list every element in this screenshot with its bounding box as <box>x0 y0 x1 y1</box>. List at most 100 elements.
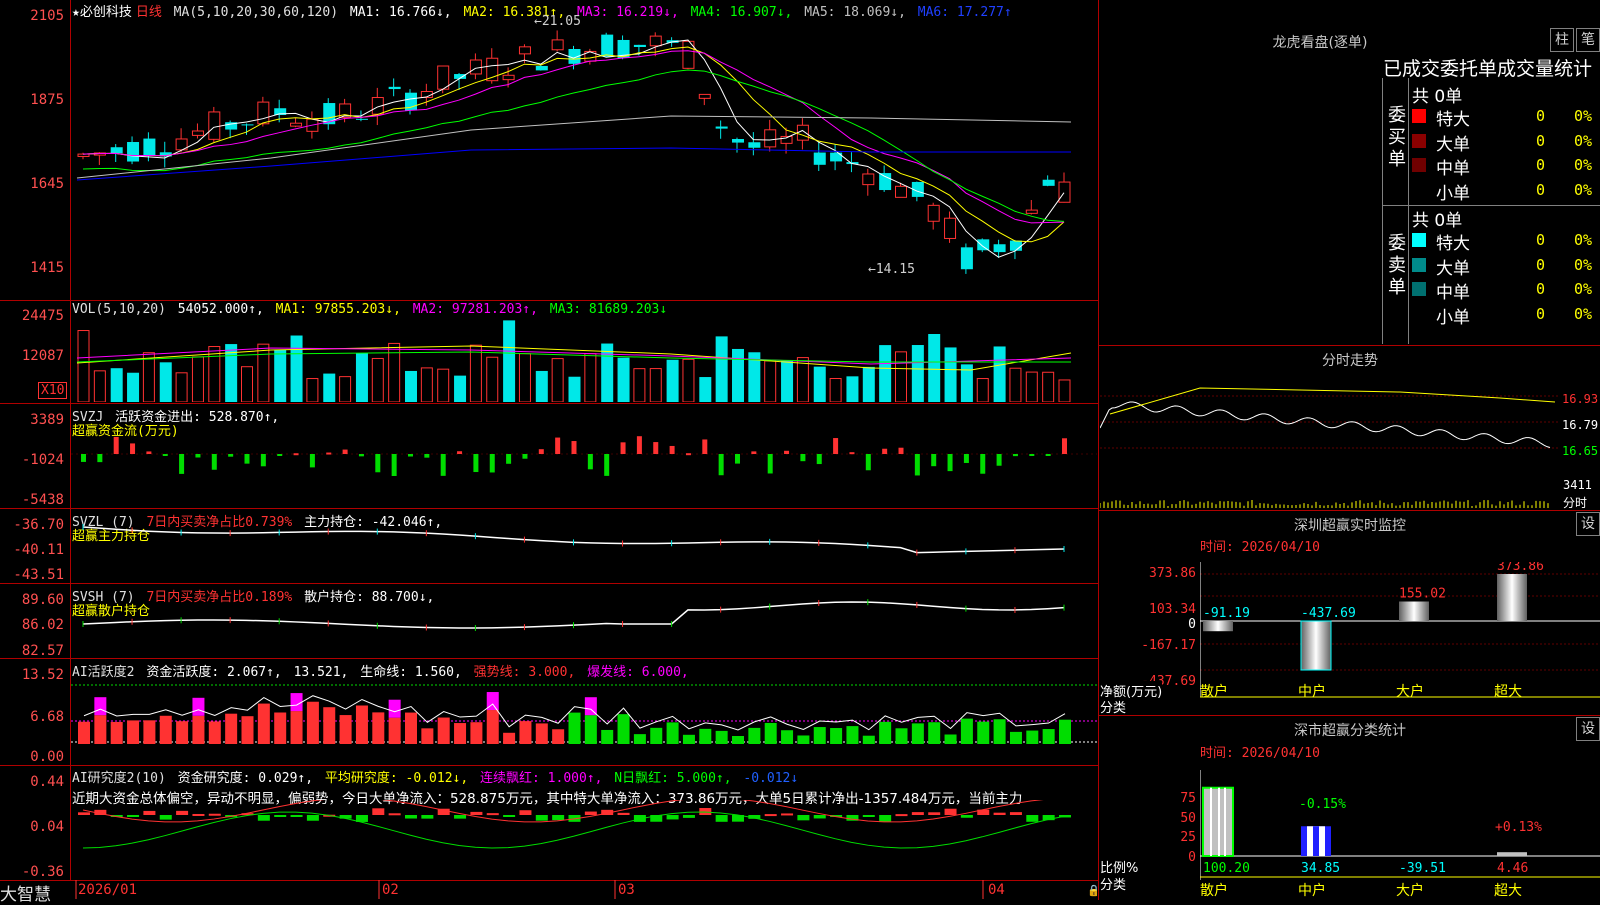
order-percent: 0% <box>1574 107 1593 125</box>
candle-down <box>977 239 990 251</box>
vol-bar-up <box>241 366 253 402</box>
volume-chart[interactable] <box>71 318 1097 402</box>
research-bar <box>944 808 957 815</box>
flow-bar <box>244 454 250 464</box>
flow-bar <box>996 454 1002 466</box>
activity-bar <box>928 722 941 744</box>
monitor-value-label: 373.86 <box>1497 562 1544 574</box>
flow-bar <box>277 454 283 456</box>
flow-bar <box>555 437 561 454</box>
flow-bar <box>784 450 790 454</box>
activity-bar <box>503 732 516 744</box>
ai-research-chart[interactable] <box>71 800 1097 880</box>
order-count: 0 <box>1536 180 1546 199</box>
stats-bar-core <box>1313 826 1319 856</box>
ai-activity-chart[interactable] <box>71 676 1097 765</box>
stats-chart[interactable]: 100.20 散户 -0.15% 34.85 中户 -39.51 大户 +0.13% 4.46 超… <box>1200 770 1600 900</box>
monitor-category-label: 散户 <box>1200 683 1228 700</box>
intraday-title: 分时走势 <box>1322 353 1378 369</box>
stats-top-label: +0.13% <box>1495 820 1542 835</box>
flow-bar <box>489 454 495 473</box>
ai2-title: AI研究度2(10) <box>72 771 166 786</box>
activity-bar <box>535 723 548 744</box>
flow-bar <box>260 454 266 467</box>
legend-swatch <box>1412 182 1426 197</box>
vol-bar-up <box>77 330 90 402</box>
flow-bar <box>211 454 217 470</box>
stats-value-label: 100.20 <box>1203 861 1250 876</box>
svzl-ytick: -40.11 <box>13 542 64 558</box>
activity-bar <box>421 728 434 744</box>
svsh-chart[interactable] <box>71 584 1097 658</box>
order-count: 0 <box>1536 107 1546 125</box>
lock-icon[interactable]: 🔒 <box>1087 884 1097 897</box>
vol-bar-down <box>699 377 712 402</box>
research-bar <box>552 815 565 821</box>
activity-bar <box>977 721 990 744</box>
activity-bar <box>372 712 385 744</box>
order-type-label: 小单 <box>1436 183 1470 204</box>
order-type-label: 大单 <box>1436 134 1470 155</box>
tick-mode-button[interactable]: 笔 <box>1576 28 1600 52</box>
research-bar <box>911 812 924 815</box>
activity-peak <box>388 699 401 718</box>
candle-down <box>879 173 892 191</box>
svzj-chart[interactable] <box>71 404 1097 508</box>
candle-down <box>748 142 761 148</box>
activity-bar <box>715 730 728 744</box>
vol-bar-up <box>764 360 777 402</box>
candle-up <box>469 59 482 75</box>
monitor-value-label: -437.69 <box>1301 606 1356 621</box>
candle-down <box>143 138 156 156</box>
monitor-value-label: 155.02 <box>1399 587 1446 602</box>
flow-bar <box>571 441 577 454</box>
flow-bar <box>767 454 773 474</box>
flow-bar <box>833 438 839 454</box>
main-ytick: 2105 <box>30 8 64 24</box>
intraday-chart[interactable] <box>1100 368 1560 509</box>
research-bar <box>797 815 810 821</box>
activity-bar <box>1042 729 1055 744</box>
stats-time: 时间: 2026/04/10 <box>1200 746 1320 761</box>
vol-bar-down <box>568 376 581 402</box>
vol-bar-up <box>388 342 401 402</box>
svsh-ytick: 86.02 <box>21 617 64 633</box>
stats-ytick: 0 <box>1188 850 1196 865</box>
vol-bar-up <box>257 343 270 402</box>
research-bar <box>993 812 1006 815</box>
research-bar <box>699 808 712 815</box>
flow-bar <box>146 451 152 454</box>
vol-bar-down <box>110 368 123 402</box>
activity-bar <box>454 723 467 744</box>
ai1-ytick: 0.00 <box>30 749 64 765</box>
candle-up <box>191 130 204 136</box>
stats-value-label: 34.85 <box>1301 861 1340 876</box>
activity-bar <box>176 721 189 744</box>
candle-down <box>1042 179 1055 186</box>
stats-settings-button[interactable]: 设 <box>1576 717 1600 741</box>
flow-bar <box>735 454 740 464</box>
order-percent: 0% <box>1574 280 1593 298</box>
monitor-ytick: 103.34 <box>1149 602 1196 617</box>
activity-bar <box>192 715 205 744</box>
bar-mode-button[interactable]: 柱 <box>1550 28 1574 52</box>
monitor-chart[interactable]: -91.19 散户 -437.69 中户 155.02 大户 373.86 超大 <box>1200 562 1600 712</box>
flow-bar <box>914 454 920 476</box>
research-bar <box>813 815 826 819</box>
svzl-chart[interactable] <box>71 509 1097 583</box>
xaxis-ticks: 🔒 <box>75 880 1097 899</box>
monitor-settings-button[interactable]: 设 <box>1576 512 1600 536</box>
flow-bar <box>309 454 315 468</box>
activity-bar <box>617 714 630 744</box>
candle-down <box>715 126 728 129</box>
vol-bar-down <box>862 366 875 402</box>
activity-bar <box>143 720 156 744</box>
vol-ma3: MA3: 81689.203↓ <box>549 302 668 317</box>
research-bar <box>781 813 794 816</box>
candle-up <box>649 35 662 47</box>
research-bar <box>666 815 679 820</box>
research-bar <box>454 815 467 819</box>
kline-chart[interactable] <box>71 18 1097 298</box>
vol-bar-up <box>633 368 646 402</box>
research-bar <box>127 815 140 817</box>
